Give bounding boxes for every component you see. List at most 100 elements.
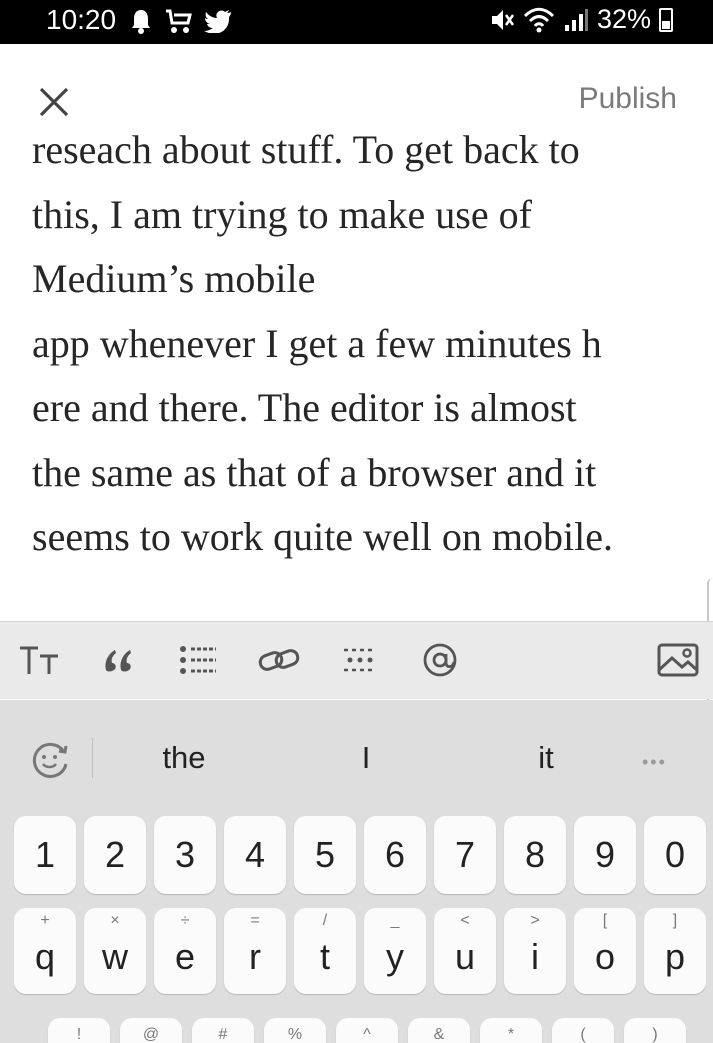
suggestion-more-button[interactable]: •••	[642, 752, 667, 773]
key-label: 2	[104, 834, 126, 875]
keyboard: the I it ••• 1 2 3 4 5 6 7 8 9 0 + q × w ÷…	[0, 700, 713, 1043]
key-j[interactable]: *	[480, 1018, 542, 1043]
key-2[interactable]: 2	[84, 816, 146, 894]
key-label: t	[319, 936, 330, 977]
status-right: 32%	[489, 4, 673, 35]
key-9[interactable]: 9	[574, 816, 636, 894]
key-a[interactable]: !	[48, 1018, 110, 1043]
key-label: 4	[244, 834, 266, 875]
list-icon[interactable]	[178, 642, 218, 678]
key-sub-label: >	[530, 912, 540, 929]
story-body[interactable]: reseach about stuff. To get back to this…	[32, 130, 692, 570]
key-sub-label: %	[287, 1026, 303, 1043]
key-7[interactable]: 7	[434, 816, 496, 894]
key-label: 9	[594, 834, 616, 875]
key-label: 1	[34, 834, 56, 875]
link-icon[interactable]	[257, 642, 301, 678]
key-q[interactable]: + q	[14, 908, 76, 994]
key-sub-label: ]	[672, 912, 678, 929]
wifi-icon	[523, 7, 555, 32]
key-4[interactable]: 4	[224, 816, 286, 894]
key-label: q	[34, 936, 56, 977]
key-label: 5	[314, 834, 336, 875]
key-1[interactable]: 1	[14, 816, 76, 894]
mention-icon[interactable]	[420, 642, 460, 678]
key-0[interactable]: 0	[644, 816, 706, 894]
key-y[interactable]: _ y	[364, 908, 426, 994]
suggestion-item[interactable]: the	[124, 740, 244, 776]
story-line: reseach about stuff. To get back to	[32, 130, 580, 172]
key-6[interactable]: 6	[364, 816, 426, 894]
key-w[interactable]: × w	[84, 908, 146, 994]
quote-icon[interactable]	[102, 642, 136, 678]
key-5[interactable]: 5	[294, 816, 356, 894]
story-editor[interactable]: reseach about stuff. To get back to this…	[0, 130, 713, 620]
editor-top-bar: Publish	[0, 44, 713, 144]
status-time: 10:20	[46, 4, 117, 35]
key-f[interactable]: %	[264, 1018, 326, 1043]
story-line: this, I am trying to make use of	[32, 191, 532, 237]
status-bar: 10:20 32%	[0, 0, 713, 44]
key-i[interactable]: > i	[504, 908, 566, 994]
key-sub-label: ÷	[180, 912, 190, 929]
key-label: y	[386, 936, 404, 977]
key-label: 3	[174, 834, 196, 875]
key-r[interactable]: = r	[224, 908, 286, 994]
story-line: the same as that of a browser and it	[32, 449, 597, 495]
key-d[interactable]: #	[192, 1018, 254, 1043]
suggestion-item[interactable]: it	[486, 740, 606, 776]
key-label: r	[249, 936, 261, 977]
key-sub-label: &	[433, 1026, 445, 1043]
suggestion-item[interactable]: I	[306, 740, 426, 776]
key-sub-label: <	[460, 912, 470, 929]
battery-icon	[659, 7, 673, 32]
key-label: 6	[384, 834, 406, 875]
key-label: 0	[664, 834, 686, 875]
separator-icon[interactable]	[340, 642, 380, 678]
key-g[interactable]: ^	[336, 1018, 398, 1043]
key-label: u	[454, 936, 476, 977]
key-label: p	[664, 936, 686, 977]
battery-percentage: 32%	[596, 4, 651, 34]
key-label: i	[531, 936, 539, 977]
key-sub-label: [	[602, 912, 608, 929]
key-sub-label: *	[507, 1026, 515, 1043]
key-3[interactable]: 3	[154, 816, 216, 894]
key-sub-label: )	[652, 1026, 658, 1043]
story-line: app whenever I get a few minutes h	[32, 320, 602, 366]
story-line: Medium’s mobile	[32, 256, 316, 301]
key-label: 7	[454, 834, 476, 875]
suggestion-divider	[92, 738, 93, 778]
key-u[interactable]: < u	[434, 908, 496, 994]
key-h[interactable]: &	[408, 1018, 470, 1043]
key-t[interactable]: / t	[294, 908, 356, 994]
story-line: ere and there. The editor is almost	[32, 385, 577, 430]
key-k[interactable]: (	[552, 1018, 614, 1043]
stroller-icon	[166, 9, 192, 33]
key-o[interactable]: [o	[574, 908, 636, 994]
key-8[interactable]: 8	[504, 816, 566, 894]
key-label: o	[594, 936, 616, 977]
notification-bell-icon	[132, 10, 150, 34]
key-l[interactable]: )	[624, 1018, 686, 1043]
mute-icon	[491, 9, 514, 30]
notification-icons	[130, 7, 232, 35]
twitter-icon	[204, 10, 231, 33]
key-sub-label: ×	[110, 912, 120, 929]
key-label: w	[102, 936, 128, 977]
key-p[interactable]: ] p	[644, 908, 706, 994]
close-icon[interactable]	[36, 84, 72, 120]
key-sub-label: #	[218, 1026, 228, 1043]
key-e[interactable]: ÷ e	[154, 908, 216, 994]
key-sub-label: (	[580, 1026, 586, 1043]
emoji-sync-icon[interactable]	[28, 738, 72, 782]
key-label: e	[174, 936, 196, 977]
key-sub-label: /	[322, 912, 328, 929]
text-size-icon[interactable]	[18, 642, 62, 678]
key-s[interactable]: @	[120, 1018, 182, 1043]
suggestion-bar: the I it •••	[0, 700, 713, 812]
publish-button[interactable]: Publish	[579, 82, 677, 116]
key-sub-label: =	[250, 912, 260, 929]
format-toolbar	[0, 621, 713, 699]
image-icon[interactable]	[656, 642, 700, 678]
